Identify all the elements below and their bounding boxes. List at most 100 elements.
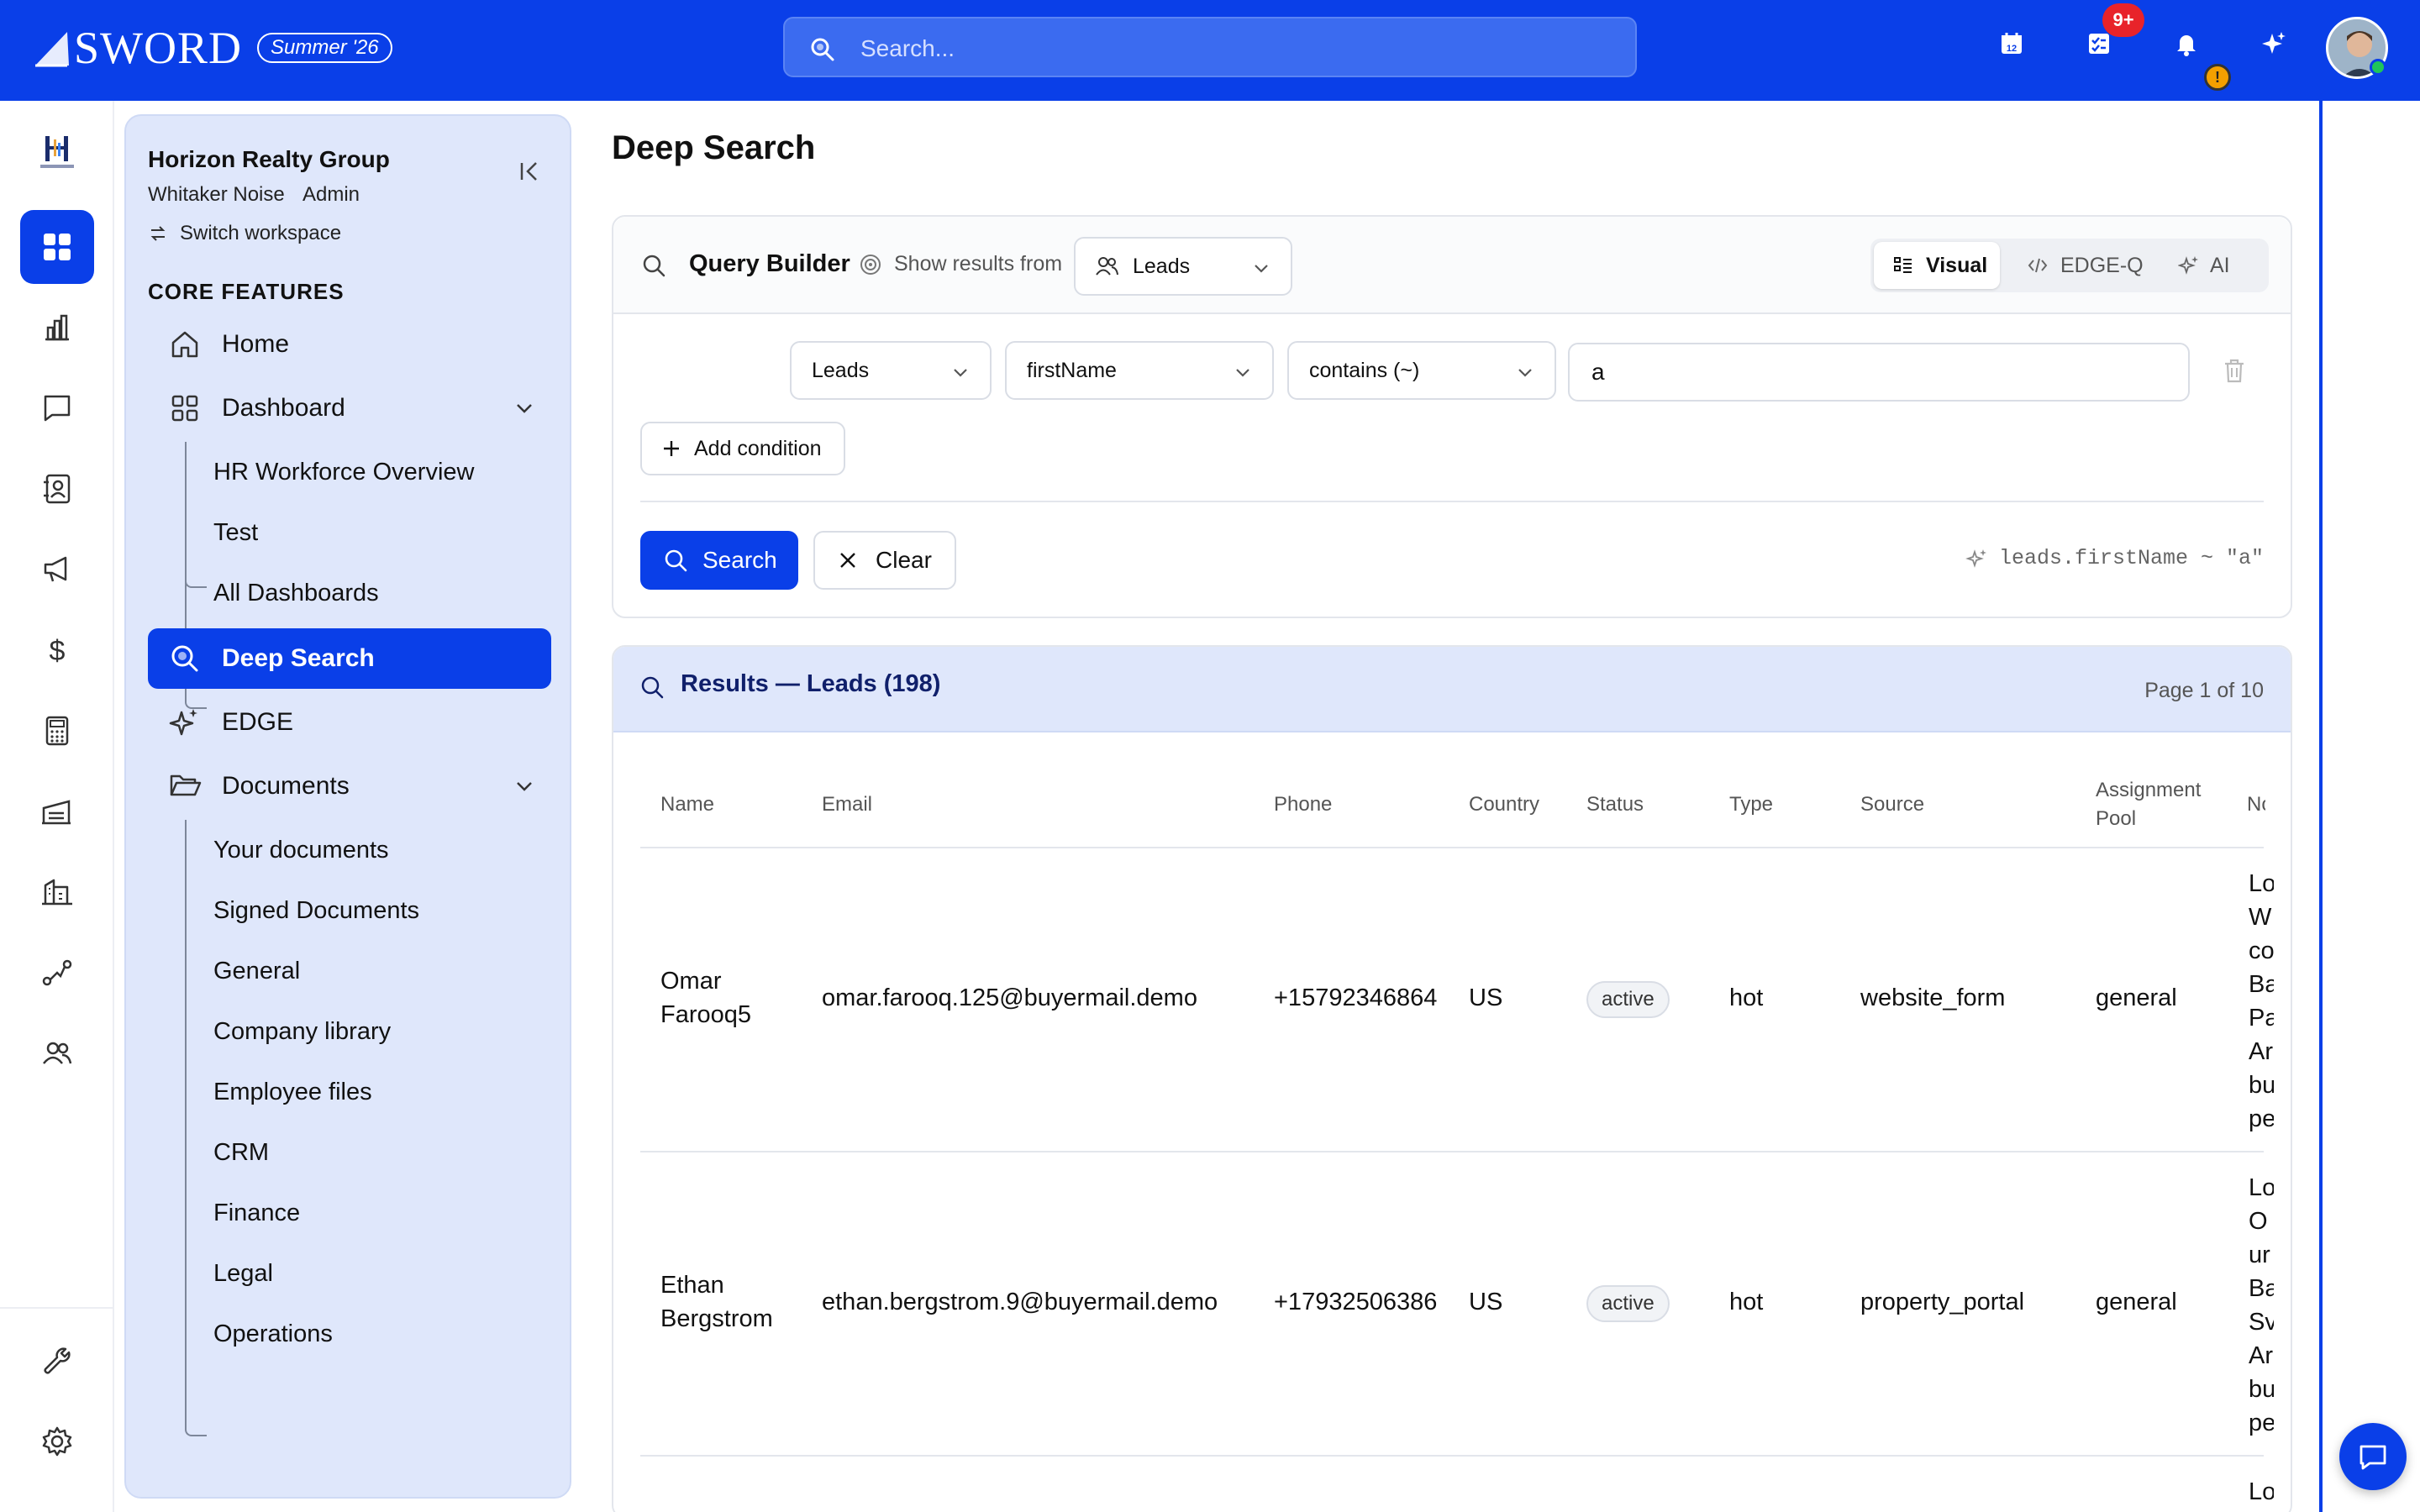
rail-team[interactable]: [20, 1016, 94, 1090]
users-icon: [43, 1042, 72, 1064]
grid-icon: [44, 234, 71, 260]
switch-workspace-link[interactable]: Switch workspace: [148, 222, 341, 245]
global-search[interactable]: [783, 17, 1637, 77]
content-scroll-indicator[interactable]: [2319, 101, 2323, 1512]
workspace-name: Horizon Realty Group: [148, 146, 390, 172]
rail-analytics[interactable]: [20, 291, 94, 365]
code-icon: [2028, 258, 2048, 273]
condition-entity-value: Leads: [812, 358, 870, 382]
search-icon: [811, 38, 834, 61]
status-badge: active: [1586, 1285, 1670, 1322]
tree-connector: [185, 820, 187, 1425]
nav-documents-child[interactable]: Legal: [213, 1260, 273, 1288]
nav-documents-child[interactable]: General: [213, 958, 300, 985]
column-header[interactable]: Phone: [1274, 793, 1332, 816]
app-logo[interactable]: SWORD Summer '26: [34, 22, 392, 74]
nav-dashboard-child[interactable]: HR Workforce Overview: [213, 459, 474, 486]
nav-dashboard[interactable]: Dashboard: [148, 378, 551, 438]
nav-home[interactable]: Home: [148, 314, 551, 375]
nav-documents[interactable]: Documents: [148, 756, 551, 816]
warehouse-icon: [42, 800, 71, 825]
delete-condition-button[interactable]: [2220, 356, 2249, 385]
global-search-input[interactable]: [860, 30, 1600, 67]
collapse-sidebar-button[interactable]: [514, 156, 544, 186]
cell-type: hot: [1729, 984, 1764, 1011]
grid-icon: [171, 395, 198, 422]
rail-properties[interactable]: [20, 855, 94, 929]
cell-email[interactable]: omar.farooq.125@buyermail.demo: [822, 984, 1197, 1012]
cell-email[interactable]: ethan.bergstrom.9@buyermail.demo: [822, 1289, 1218, 1316]
column-header[interactable]: Email: [822, 793, 872, 816]
rail-messages[interactable]: [20, 371, 94, 445]
query-preview: leads.firstName ~ "a": [1965, 546, 2264, 570]
nav-documents-child[interactable]: Employee files: [213, 1079, 372, 1106]
add-condition-button[interactable]: Add condition: [640, 422, 845, 475]
rail-contacts[interactable]: [20, 452, 94, 526]
chat-support-button[interactable]: [2339, 1423, 2407, 1490]
user-role: Admin: [302, 183, 360, 206]
column-header[interactable]: Notes: [2247, 793, 2265, 816]
chevron-down-icon[interactable]: [513, 396, 536, 420]
calendar-day: 12: [2007, 44, 2017, 54]
nav-dashboard-child[interactable]: Test: [213, 519, 258, 547]
cell-name-first: Ethan: [660, 1272, 724, 1299]
rail-warehouse[interactable]: [20, 774, 94, 848]
clear-button[interactable]: Clear: [813, 531, 956, 590]
rail-finance[interactable]: $: [20, 613, 94, 687]
results-page-info: Page 1 of 10: [2144, 679, 2264, 702]
cell-pool: general: [2096, 984, 2177, 1011]
nav-documents-child[interactable]: Company library: [213, 1018, 391, 1046]
rail-workflows[interactable]: [20, 936, 94, 1010]
dollar-icon: $: [50, 635, 66, 667]
cell-notes: Lo O ur Ba Sv Ar bu pe: [2249, 1174, 2274, 1436]
rail-calculator[interactable]: [20, 694, 94, 768]
rail-dashboard[interactable]: [20, 210, 94, 284]
column-header[interactable]: Source: [1860, 793, 1924, 816]
nav-edge[interactable]: EDGE: [148, 692, 551, 753]
notifications-button[interactable]: [2173, 30, 2207, 64]
condition-field-value: firstName: [1027, 358, 1117, 382]
mode-edgeq-button[interactable]: EDGE-Q: [2013, 242, 2156, 289]
building-icon: [42, 879, 72, 906]
search-button[interactable]: Search: [640, 531, 798, 590]
sword-logo-icon: [35, 32, 69, 67]
online-status-dot: [2370, 59, 2386, 76]
nav-deep-search-label: Deep Search: [222, 644, 375, 672]
chevron-down-icon: [1518, 369, 1532, 377]
nav-deep-search[interactable]: Deep Search: [148, 628, 551, 689]
condition-entity-select[interactable]: Leads: [790, 341, 992, 400]
column-header[interactable]: Name: [660, 793, 714, 816]
nav-documents-child[interactable]: Your documents: [213, 837, 389, 864]
calendar-button[interactable]: 12: [1998, 30, 2032, 64]
ai-assistant-button[interactable]: [2260, 30, 2294, 64]
chevron-down-icon[interactable]: [513, 774, 536, 798]
plus-icon: [664, 441, 679, 456]
nav-documents-child[interactable]: Operations: [213, 1320, 333, 1348]
calculator-icon: [45, 716, 69, 746]
rail-settings[interactable]: [20, 1404, 94, 1478]
query-mode-switch: Visual EDGE-Q AI: [1870, 239, 2269, 292]
rail-campaigns[interactable]: [20, 533, 94, 606]
nav-documents-child[interactable]: CRM: [213, 1139, 269, 1167]
divider: [640, 501, 2264, 502]
nav-dashboard-child[interactable]: All Dashboards: [213, 580, 379, 607]
nav-documents-child[interactable]: Finance: [213, 1200, 300, 1227]
workspace-logo[interactable]: [30, 131, 84, 175]
collapse-left-icon: [520, 162, 537, 181]
column-header[interactable]: Status: [1586, 793, 1644, 816]
mode-ai-button[interactable]: AI: [2165, 242, 2265, 289]
condition-field-select[interactable]: firstName: [1005, 341, 1274, 400]
mode-visual-button[interactable]: Visual: [1874, 242, 2000, 289]
tree-branch: [185, 1421, 207, 1436]
condition-value-input[interactable]: a: [1568, 343, 2190, 402]
chat-icon: [44, 395, 71, 422]
rail-tools[interactable]: [20, 1324, 94, 1398]
wrench-icon: [44, 1347, 71, 1374]
nav-documents-child[interactable]: Signed Documents: [213, 897, 419, 925]
column-header[interactable]: Type: [1729, 793, 1773, 816]
condition-operator-select[interactable]: contains (~): [1287, 341, 1556, 400]
source-select[interactable]: Leads: [1074, 237, 1292, 296]
column-header[interactable]: Country: [1469, 793, 1539, 816]
column-header[interactable]: Assignment Pool: [2096, 776, 2222, 833]
chevron-down-icon: [1236, 369, 1249, 377]
